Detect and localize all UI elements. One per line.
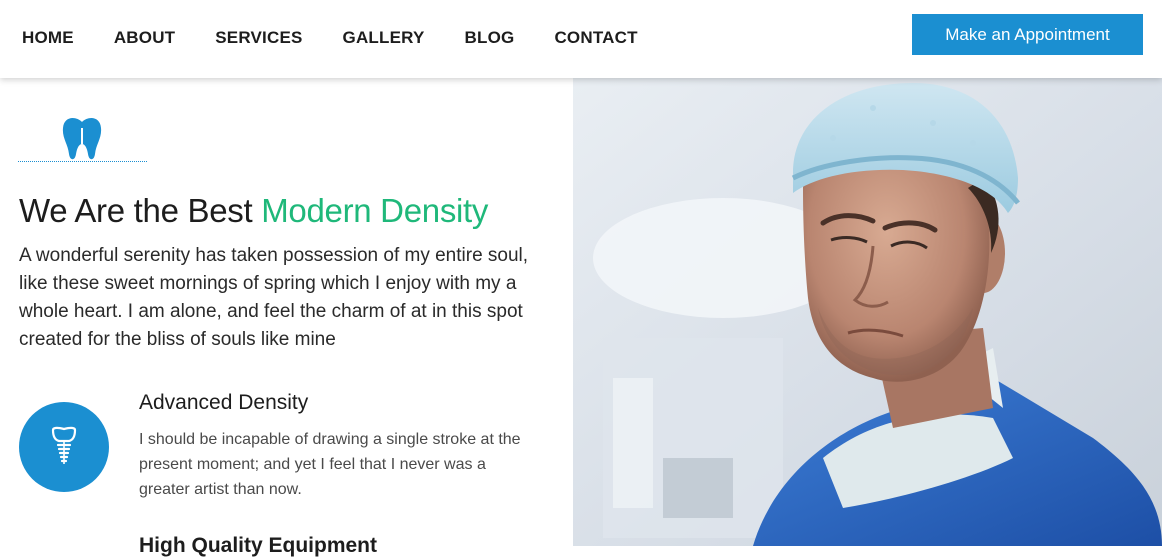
dentist-photo <box>573 78 1162 546</box>
nav-item-blog[interactable]: BLOG <box>465 28 515 48</box>
feature-title: Advanced Density <box>139 391 309 414</box>
headline-accent: Modern Density <box>261 192 489 229</box>
dental-implant-icon <box>51 426 77 464</box>
nav-item-services[interactable]: SERVICES <box>215 28 302 48</box>
feature-description: I should be incapable of drawing a singl… <box>139 431 521 498</box>
top-navigation-bar: HOME ABOUT SERVICES GALLERY BLOG CONTACT… <box>0 0 1162 78</box>
feature-title-2: High Quality Equipment <box>139 534 378 557</box>
section-badge <box>18 112 148 164</box>
nav-item-contact[interactable]: CONTACT <box>554 28 637 48</box>
headline-main: We Are the Best <box>19 192 262 229</box>
feature-icon-circle <box>19 402 109 492</box>
make-appointment-button[interactable]: Make an Appointment <box>912 14 1143 55</box>
main-nav: HOME ABOUT SERVICES GALLERY BLOG CONTACT <box>22 28 678 48</box>
intro-paragraph: A wonderful serenity has taken possessio… <box>19 245 529 350</box>
tooth-icon <box>62 118 102 160</box>
page-title: We Are the Best Modern Density <box>19 192 488 230</box>
nav-item-about[interactable]: ABOUT <box>114 28 175 48</box>
nav-item-gallery[interactable]: GALLERY <box>343 28 425 48</box>
nav-item-home[interactable]: HOME <box>22 28 74 48</box>
